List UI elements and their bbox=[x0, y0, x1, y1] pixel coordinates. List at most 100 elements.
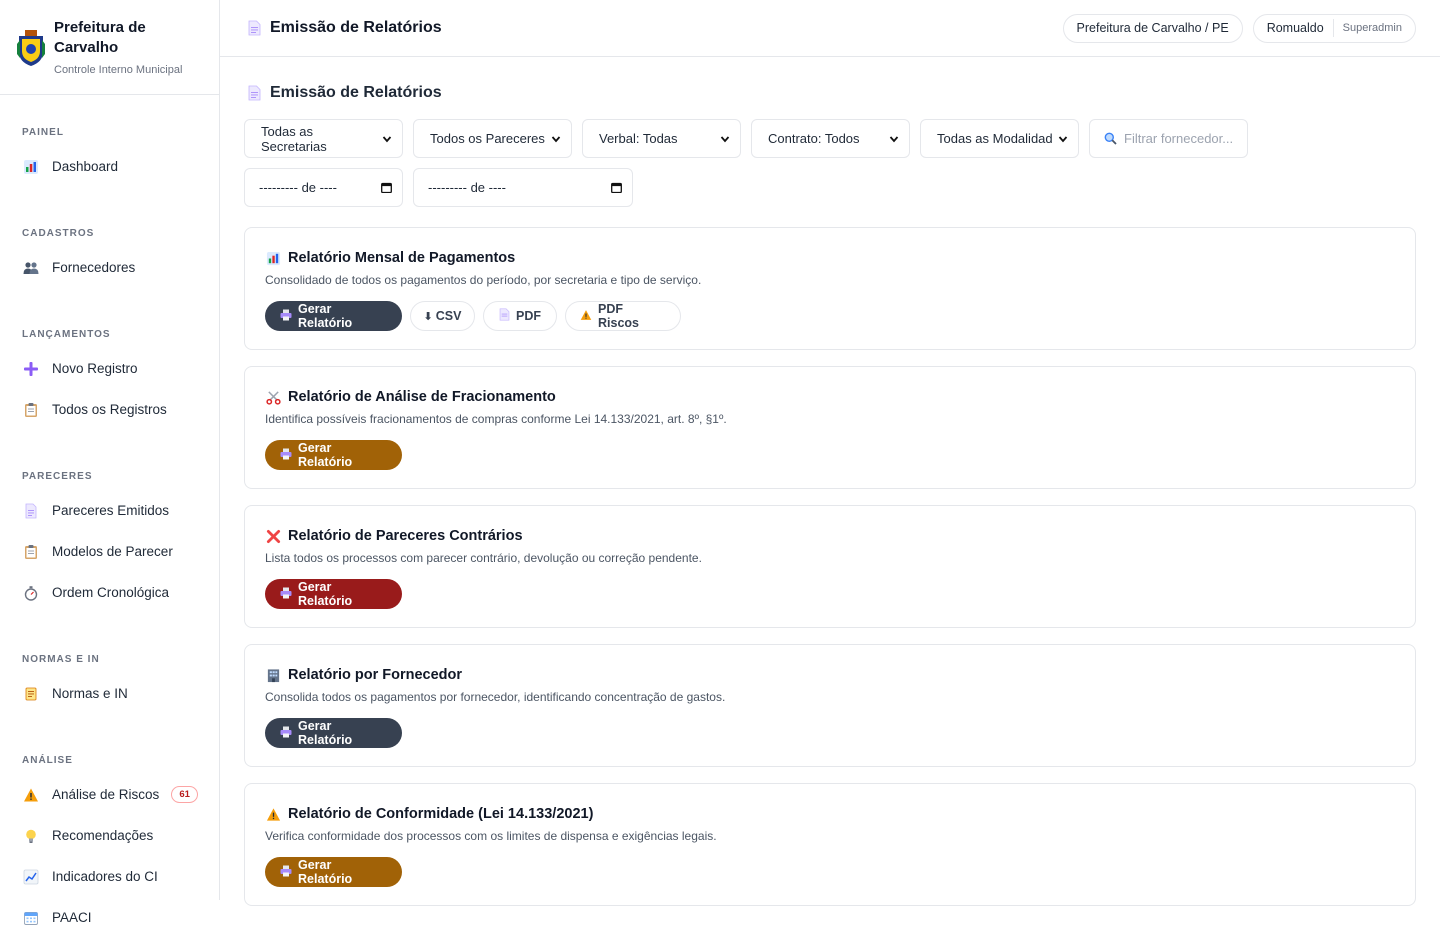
sidebar-item-fornecedores[interactable]: Fornecedores bbox=[14, 247, 205, 288]
brand-name: Prefeitura de Carvalho bbox=[54, 19, 146, 56]
generate-report-button[interactable]: Gerar Relatório bbox=[265, 579, 402, 609]
lightbulb-icon bbox=[22, 827, 40, 845]
stopwatch-icon bbox=[22, 584, 40, 602]
sidebar-item-ordem-cronologica[interactable]: Ordem Cronológica bbox=[14, 572, 205, 613]
sidebar-item-todos-registros[interactable]: Todos os Registros bbox=[14, 389, 205, 430]
button-label: Gerar Relatório bbox=[298, 719, 353, 747]
button-label: CSV bbox=[435, 309, 462, 323]
sidebar-item-indicadores[interactable]: Indicadores do CI bbox=[14, 856, 205, 897]
select-value: Todas as Secretarias bbox=[261, 123, 327, 154]
card-actions: Gerar Relatório bbox=[265, 440, 1395, 470]
sidebar-item-label: Recomendações bbox=[52, 828, 154, 843]
app: Prefeitura de Carvalho Controle Interno … bbox=[0, 0, 1440, 945]
org-selector[interactable]: Prefeitura de Carvalho / PE bbox=[1062, 13, 1243, 43]
nav-section-title: ANÁLISE bbox=[22, 755, 73, 766]
parecer-select[interactable]: Todos os Pareceres bbox=[413, 119, 572, 158]
sidebar-item-label: Modelos de Parecer bbox=[52, 544, 173, 559]
button-label: PDF Riscos bbox=[598, 302, 639, 330]
sidebar-item-novo-registro[interactable]: Novo Registro bbox=[14, 348, 205, 389]
sidebar-item-label: PAACI bbox=[52, 910, 92, 925]
date-from-input[interactable]: --------- de ---- bbox=[244, 168, 403, 207]
button-label: Gerar Relatório bbox=[298, 441, 353, 469]
users-icon bbox=[22, 259, 40, 277]
verbal-select[interactable]: Verbal: Todas bbox=[582, 119, 741, 158]
date-value: --------- de ---- bbox=[259, 180, 337, 195]
card-title: Relatório de Conformidade (Lei 14.133/20… bbox=[288, 806, 594, 822]
sidebar-item-dashboard[interactable]: Dashboard bbox=[14, 146, 205, 187]
pdf-risks-button[interactable]: PDF Riscos bbox=[565, 301, 681, 331]
pdf-export-button[interactable]: PDF bbox=[483, 301, 557, 331]
sidebar-item-label: Indicadores do CI bbox=[52, 869, 158, 884]
warning-icon bbox=[22, 786, 40, 804]
button-label: PDF bbox=[516, 309, 541, 323]
sidebar-item-normas-in[interactable]: Normas e IN bbox=[14, 673, 205, 714]
sidebar-item-pareceres-emitidos[interactable]: Pareceres Emitidos bbox=[14, 490, 205, 531]
sidebar-item-analise-riscos[interactable]: Análise de Riscos 61 bbox=[14, 774, 205, 815]
page-title-text: Emissão de Relatórios bbox=[270, 84, 442, 101]
card-actions: Gerar Relatório bbox=[265, 579, 1395, 609]
brand-subtitle: Controle Interno Municipal bbox=[54, 64, 183, 76]
select-value: Todos os Pareceres bbox=[430, 131, 545, 146]
content: Emissão de Relatórios Todas as Secretari… bbox=[220, 57, 1440, 906]
generate-report-button[interactable]: Gerar Relatório bbox=[265, 301, 402, 331]
generate-report-button[interactable]: Gerar Relatório bbox=[265, 857, 402, 887]
clipboard-icon bbox=[22, 543, 40, 561]
card-header: Relatório de Pareceres Contrários bbox=[265, 527, 1395, 545]
generate-report-button[interactable]: Gerar Relatório bbox=[265, 440, 402, 470]
main: Emissão de Relatórios Prefeitura de Carv… bbox=[220, 0, 1440, 945]
scissors-icon bbox=[265, 389, 281, 405]
sidebar-item-label: Ordem Cronológica bbox=[52, 585, 170, 600]
topbar-title-text: Emissão de Relatórios bbox=[270, 19, 442, 36]
nav-section-painel: PAINEL Dashboard bbox=[0, 126, 219, 187]
warning-icon bbox=[265, 806, 281, 822]
report-card-conformidade: Relatório de Conformidade (Lei 14.133/20… bbox=[244, 783, 1416, 906]
card-header: Relatório de Conformidade (Lei 14.133/20… bbox=[265, 805, 1395, 823]
card-actions: Gerar Relatório ⬇ CSV PDF PDF Riscos bbox=[265, 301, 1395, 331]
printer-icon bbox=[280, 309, 292, 324]
user-menu[interactable]: Romualdo Superadmin bbox=[1252, 13, 1416, 43]
search-icon bbox=[1104, 132, 1117, 145]
nav-section-title: PARECERES bbox=[22, 471, 93, 482]
coat-of-arms-logo bbox=[17, 30, 45, 66]
sidebar-item-label: Todos os Registros bbox=[52, 402, 167, 417]
chevron-down-icon bbox=[1058, 135, 1068, 142]
printer-icon bbox=[280, 865, 292, 880]
sidebar-item-label: Pareceres Emitidos bbox=[52, 503, 170, 518]
select-value: Contrato: Todos bbox=[768, 131, 860, 146]
secretaria-select[interactable]: Todas as Secretarias bbox=[244, 119, 403, 158]
nav-section-cadastros: CADASTROS Fornecedores bbox=[0, 227, 219, 288]
sidebar: Prefeitura de Carvalho Controle Interno … bbox=[0, 0, 220, 925]
nav-section-title: CADASTROS bbox=[22, 228, 95, 239]
modalidade-select[interactable]: Todas as Modalidad bbox=[920, 119, 1079, 158]
button-label: Gerar Relatório bbox=[298, 858, 353, 886]
nav-section-title: PAINEL bbox=[22, 127, 64, 138]
card-header: Relatório por Fornecedor bbox=[265, 666, 1395, 684]
select-value: Todas as Modalidad bbox=[937, 131, 1053, 146]
trend-icon bbox=[22, 868, 40, 886]
printer-icon bbox=[280, 726, 292, 741]
generate-report-button[interactable]: Gerar Relatório bbox=[265, 718, 402, 748]
sidebar-item-modelos-parecer[interactable]: Modelos de Parecer bbox=[14, 531, 205, 572]
user-role: Superadmin bbox=[1342, 22, 1402, 34]
date-to-input[interactable]: --------- de ---- bbox=[413, 168, 633, 207]
card-description: Identifica possíveis fracionamentos de c… bbox=[265, 412, 727, 426]
nav-section-pareceres: PARECERES Pareceres Emitidos Modelos de … bbox=[0, 470, 219, 613]
sidebar-nav: PAINEL Dashboard CADASTROS Fornecedores bbox=[0, 126, 219, 938]
sidebar-item-recomendacoes[interactable]: Recomendações bbox=[14, 815, 205, 856]
csv-export-button[interactable]: ⬇ CSV bbox=[410, 301, 475, 331]
card-title: Relatório por Fornecedor bbox=[288, 667, 463, 683]
calendar-icon bbox=[381, 182, 392, 193]
chevron-down-icon bbox=[551, 135, 561, 142]
contrato-select[interactable]: Contrato: Todos bbox=[751, 119, 910, 158]
plus-icon bbox=[22, 360, 40, 378]
date-value: --------- de ---- bbox=[428, 180, 506, 195]
sidebar-item-paaci[interactable]: PAACI bbox=[14, 897, 205, 938]
nav-section-analise: ANÁLISE Análise de Riscos 61 Recomendaçõ… bbox=[0, 754, 219, 938]
button-label: Gerar Relatório bbox=[298, 302, 353, 330]
document-icon bbox=[248, 85, 261, 101]
divider bbox=[1332, 19, 1334, 37]
sidebar-item-label: Análise de Riscos bbox=[52, 787, 160, 802]
supplier-search-input[interactable]: Filtrar fornecedor... bbox=[1089, 119, 1248, 158]
chevron-down-icon bbox=[720, 135, 730, 142]
search-placeholder: Filtrar fornecedor... bbox=[1124, 131, 1234, 146]
